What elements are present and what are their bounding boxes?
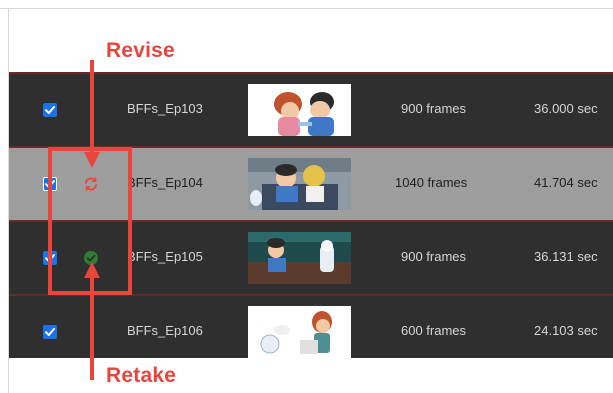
scene-row[interactable]: BFFs_Ep104 1040 frames 41.704 sec [9, 148, 613, 220]
cartoon-thumbnail-ep103 [248, 84, 351, 136]
scene-duration: 36.131 sec [534, 249, 598, 264]
retake-callout-label: Retake [106, 364, 177, 387]
scene-checkbox[interactable] [43, 251, 57, 265]
scene-list: BFFs_Ep103 900 frames 36.000 sec BFFs_Ep… [9, 72, 613, 358]
scene-frame-count: 900 frames [401, 249, 467, 264]
scene-duration: 24.103 sec [534, 323, 598, 338]
cartoon-thumbnail-ep104 [248, 158, 351, 210]
scene-name: BFFs_Ep106 [127, 323, 203, 338]
scene-frame-count: 900 frames [401, 101, 467, 116]
scene-row[interactable]: BFFs_Ep105 900 frames 36.131 sec [9, 222, 613, 294]
scene-frame-count: 1040 frames [395, 175, 468, 190]
scene-frame-count: 600 frames [401, 323, 467, 338]
scene-name: BFFs_Ep104 [127, 175, 203, 190]
frame-top-border [0, 8, 613, 9]
checkmark-icon [45, 328, 55, 336]
cartoon-thumbnail-ep106 [248, 306, 351, 358]
scene-duration: 41.704 sec [534, 175, 598, 190]
scene-duration: 36.000 sec [534, 101, 598, 116]
scene-row[interactable]: BFFs_Ep106 600 frames 24.103 sec [9, 296, 613, 358]
checkmark-icon [45, 180, 55, 188]
cartoon-thumbnail-ep105 [248, 232, 351, 284]
checkmark-icon [45, 106, 55, 114]
scene-checkbox[interactable] [43, 177, 57, 191]
scene-name: BFFs_Ep103 [127, 101, 203, 116]
scene-row[interactable]: BFFs_Ep103 900 frames 36.000 sec [9, 74, 613, 146]
revise-callout-label: Revise [106, 39, 175, 62]
retake-icon [83, 250, 99, 266]
revise-icon [83, 176, 99, 192]
scene-checkbox[interactable] [43, 103, 57, 117]
checkmark-icon [45, 254, 55, 262]
scene-checkbox[interactable] [43, 325, 57, 339]
scene-name: BFFs_Ep105 [127, 249, 203, 264]
